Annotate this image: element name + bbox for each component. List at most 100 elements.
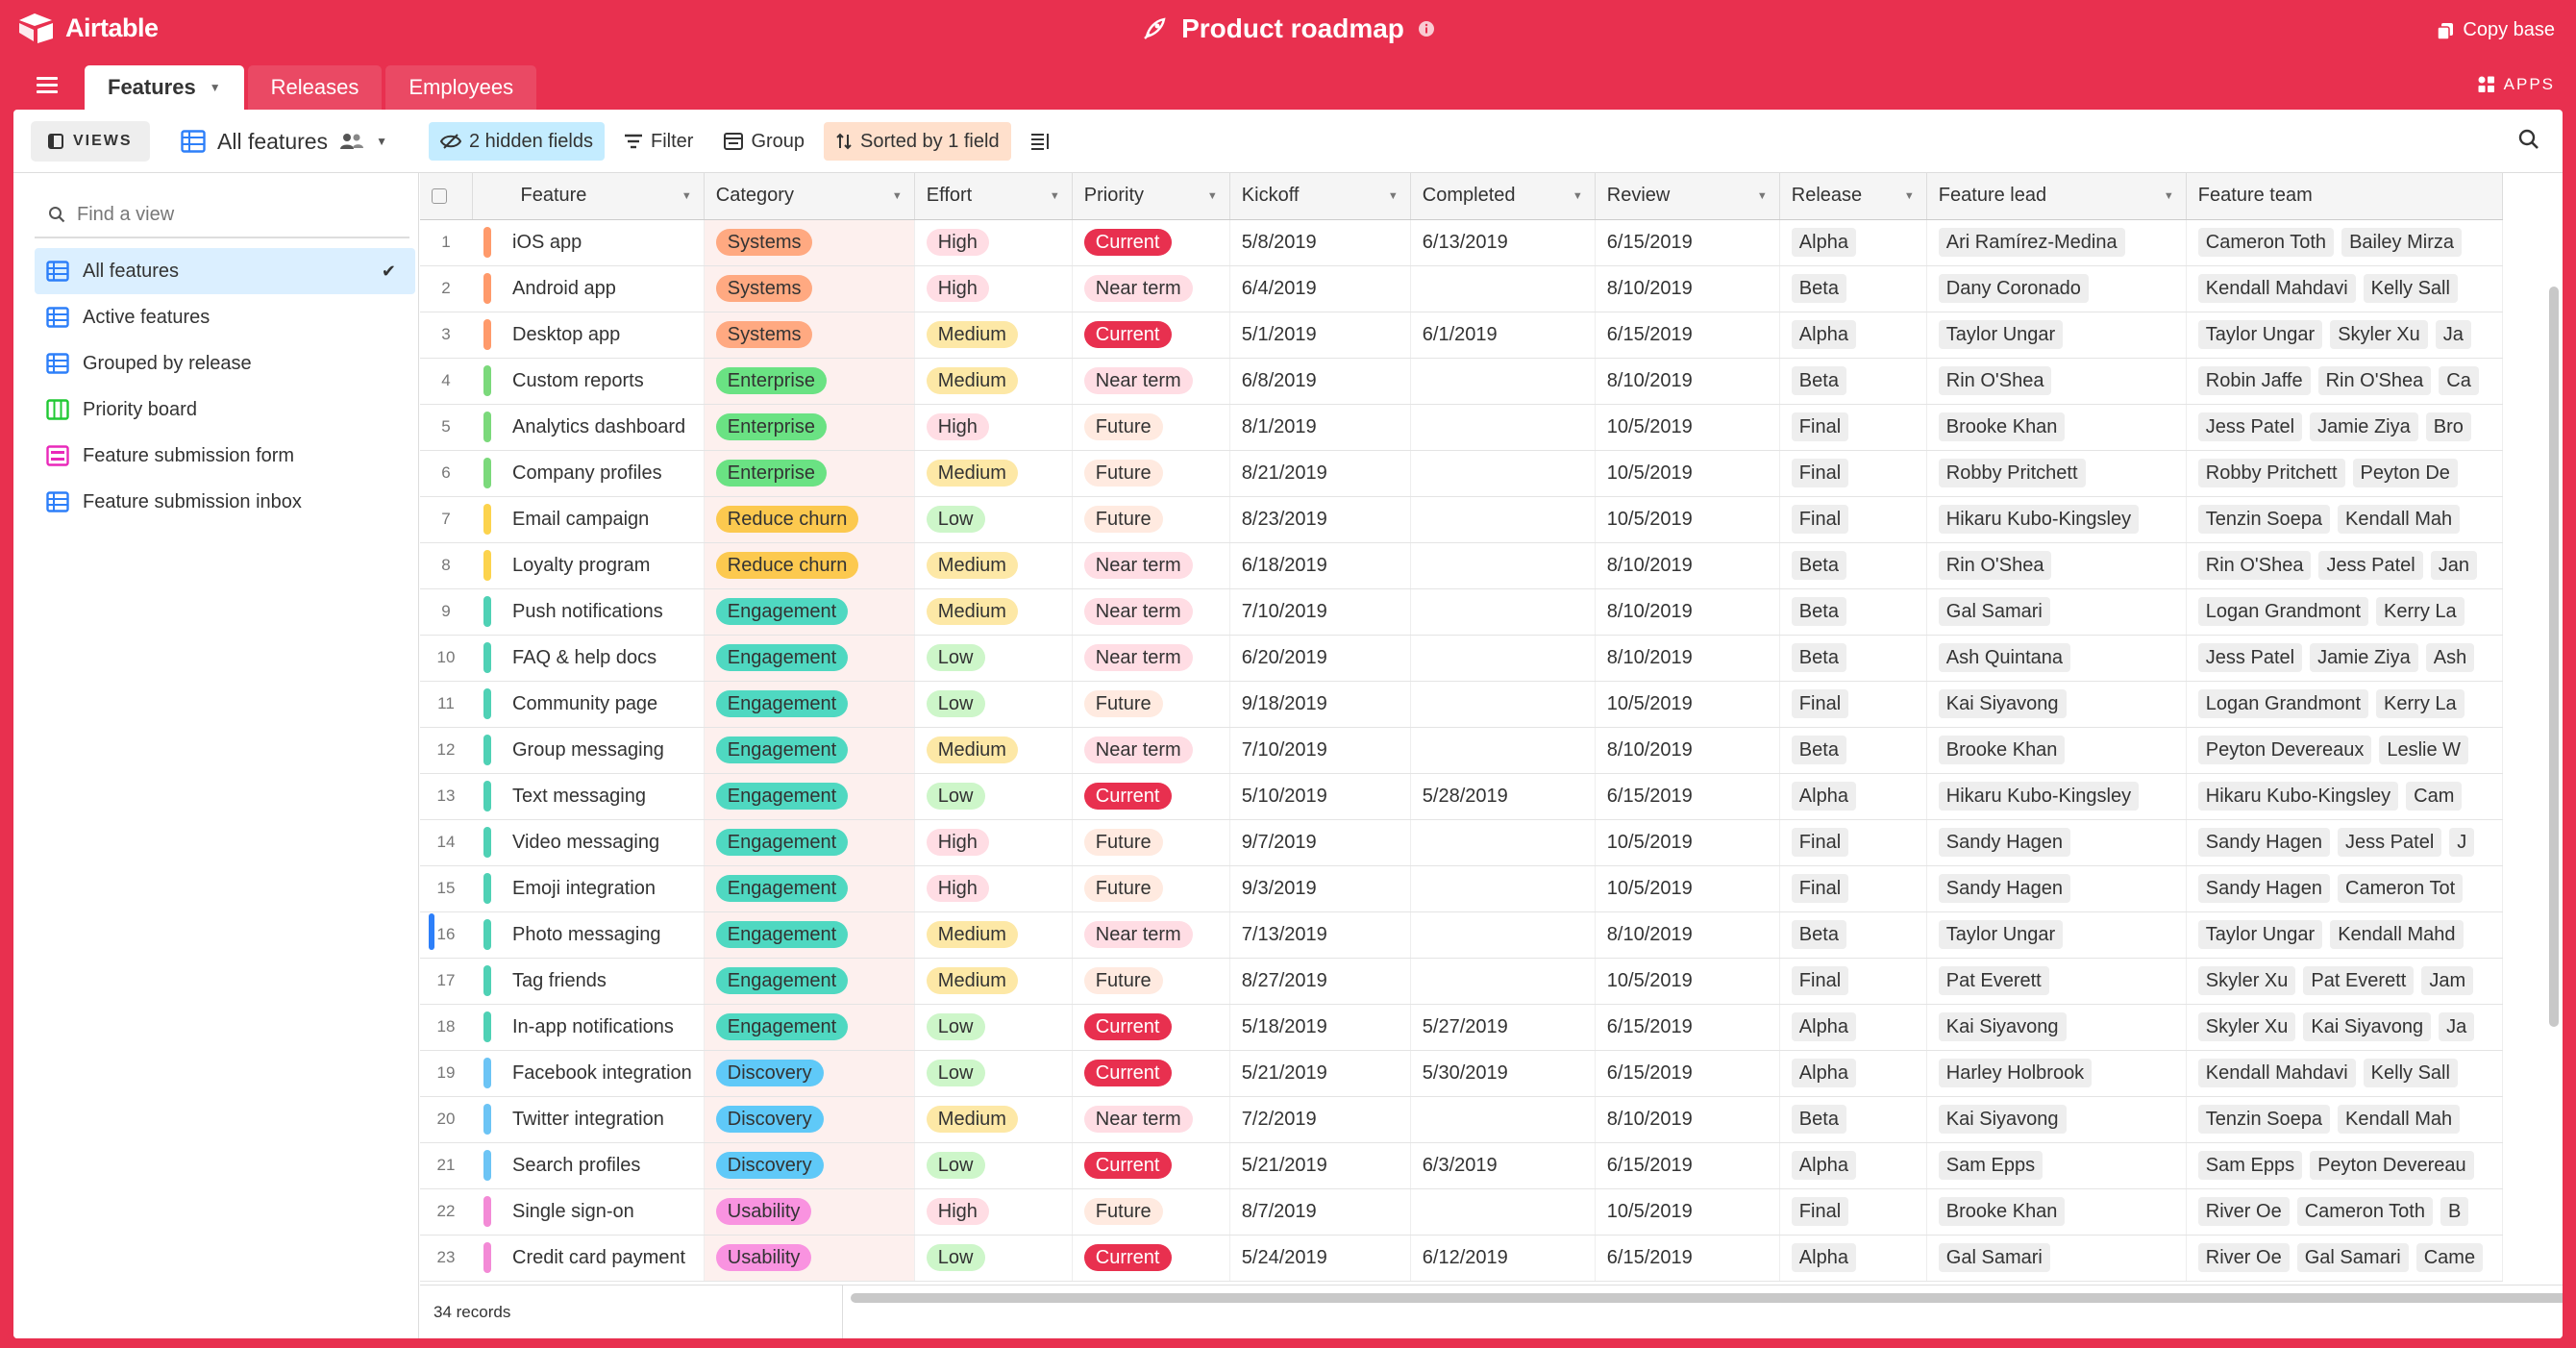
completed-date-cell[interactable]: 6/1/2019 xyxy=(1410,312,1596,359)
feature-lead-cell[interactable]: Taylor Ungar xyxy=(1926,911,2187,959)
feature-lead-cell[interactable]: Hikaru Kubo-Kingsley xyxy=(1926,773,2187,820)
completed-date-cell[interactable]: 5/28/2019 xyxy=(1410,773,1596,820)
effort-cell[interactable]: Low xyxy=(914,496,1073,543)
table-row[interactable]: 7 Email campaign Reduce churn Low Future 8/23… xyxy=(420,496,2504,543)
priority-cell[interactable]: Near term xyxy=(1072,911,1230,959)
priority-cell[interactable]: Near term xyxy=(1072,727,1230,774)
priority-cell[interactable]: Near term xyxy=(1072,265,1230,312)
kickoff-date-cell[interactable]: 6/18/2019 xyxy=(1229,542,1411,589)
table-row[interactable]: 16 Photo messaging Engagement Medium Near te… xyxy=(420,911,2504,959)
review-date-cell[interactable]: 6/15/2019 xyxy=(1595,773,1780,820)
column-header[interactable]: Feature team xyxy=(2186,173,2504,220)
feature-lead-cell[interactable]: Kai Siyavong xyxy=(1926,681,2187,728)
feature-team-cell[interactable]: Sandy Hagen Cameron Tot xyxy=(2186,865,2504,912)
review-date-cell[interactable]: 8/10/2019 xyxy=(1595,911,1780,959)
apps-button[interactable]: APPS xyxy=(2477,75,2555,94)
category-cell[interactable]: Enterprise xyxy=(704,358,915,405)
feature-team-cell[interactable]: Kendall Mahdavi Kelly Sall xyxy=(2186,1050,2504,1097)
tab-features[interactable]: Features ▼ xyxy=(85,65,244,110)
completed-date-cell[interactable]: 5/27/2019 xyxy=(1410,1004,1596,1051)
release-cell[interactable]: Final xyxy=(1779,819,1927,866)
feature-cell[interactable]: FAQ & help docs xyxy=(472,635,705,682)
review-date-cell[interactable]: 10/5/2019 xyxy=(1595,496,1780,543)
feature-cell[interactable]: Search profiles xyxy=(472,1142,705,1189)
priority-cell[interactable]: Near term xyxy=(1072,358,1230,405)
review-date-cell[interactable]: 10/5/2019 xyxy=(1595,865,1780,912)
sidebar-view-item[interactable]: Feature submission inbox xyxy=(35,479,415,525)
effort-cell[interactable]: Medium xyxy=(914,542,1073,589)
completed-date-cell[interactable] xyxy=(1410,358,1596,405)
feature-lead-cell[interactable]: Taylor Ungar xyxy=(1926,312,2187,359)
chevron-down-icon[interactable]: ▼ xyxy=(1573,190,1583,202)
feature-cell[interactable]: Twitter integration xyxy=(472,1096,705,1143)
table-row[interactable]: 1 iOS app Systems High Current 5/8/2019 6/13/2… xyxy=(420,219,2504,266)
release-cell[interactable]: Beta xyxy=(1779,635,1927,682)
kickoff-date-cell[interactable]: 5/24/2019 xyxy=(1229,1235,1411,1282)
release-cell[interactable]: Final xyxy=(1779,958,1927,1005)
category-cell[interactable]: Systems xyxy=(704,219,915,266)
release-cell[interactable]: Alpha xyxy=(1779,219,1927,266)
kickoff-date-cell[interactable]: 7/2/2019 xyxy=(1229,1096,1411,1143)
chevron-down-icon[interactable]: ▼ xyxy=(892,190,903,202)
feature-team-cell[interactable]: Cameron Toth Bailey Mirza xyxy=(2186,219,2504,266)
table-row[interactable]: 18 In-app notifications Engagement Low Curre… xyxy=(420,1004,2504,1051)
chevron-down-icon[interactable]: ▼ xyxy=(681,190,692,202)
release-cell[interactable]: Beta xyxy=(1779,542,1927,589)
feature-team-cell[interactable]: Robin Jaffe Rin O'Shea Ca xyxy=(2186,358,2504,405)
kickoff-date-cell[interactable]: 6/8/2019 xyxy=(1229,358,1411,405)
category-cell[interactable]: Usability xyxy=(704,1235,915,1282)
feature-team-cell[interactable]: Rin O'Shea Jess Patel Jan xyxy=(2186,542,2504,589)
release-cell[interactable]: Alpha xyxy=(1779,312,1927,359)
category-cell[interactable]: Engagement xyxy=(704,911,915,959)
table-row[interactable]: 13 Text messaging Engagement Low Current 5/10… xyxy=(420,773,2504,820)
feature-lead-cell[interactable]: Ash Quintana xyxy=(1926,635,2187,682)
priority-cell[interactable]: Current xyxy=(1072,1004,1230,1051)
table-row[interactable]: 11 Community page Engagement Low Future 9/18/… xyxy=(420,681,2504,728)
sidebar-view-item[interactable]: Feature submission form xyxy=(35,433,415,479)
feature-lead-cell[interactable]: Dany Coronado xyxy=(1926,265,2187,312)
table-row[interactable]: 10 FAQ & help docs Engagement Low Near term 6… xyxy=(420,635,2504,682)
completed-date-cell[interactable] xyxy=(1410,265,1596,312)
priority-cell[interactable]: Current xyxy=(1072,773,1230,820)
filter-button[interactable]: Filter xyxy=(612,122,705,161)
feature-cell[interactable]: Email campaign xyxy=(472,496,705,543)
review-date-cell[interactable]: 10/5/2019 xyxy=(1595,404,1780,451)
table-row[interactable]: 22 Single sign-on Usability High Future 8/7/2… xyxy=(420,1188,2504,1236)
hidden-fields-button[interactable]: 2 hidden fields xyxy=(429,122,605,161)
effort-cell[interactable]: Low xyxy=(914,635,1073,682)
release-cell[interactable]: Alpha xyxy=(1779,1050,1927,1097)
feature-cell[interactable]: Custom reports xyxy=(472,358,705,405)
kickoff-date-cell[interactable]: 8/7/2019 xyxy=(1229,1188,1411,1236)
feature-team-cell[interactable]: Logan Grandmont Kerry La xyxy=(2186,588,2504,636)
kickoff-date-cell[interactable]: 8/21/2019 xyxy=(1229,450,1411,497)
row-height-button[interactable] xyxy=(1019,122,1061,161)
completed-date-cell[interactable] xyxy=(1410,496,1596,543)
kickoff-date-cell[interactable]: 5/18/2019 xyxy=(1229,1004,1411,1051)
feature-cell[interactable]: Analytics dashboard xyxy=(472,404,705,451)
kickoff-date-cell[interactable]: 6/20/2019 xyxy=(1229,635,1411,682)
feature-team-cell[interactable]: River Oe Cameron Toth B xyxy=(2186,1188,2504,1236)
feature-team-cell[interactable]: Robby Pritchett Peyton De xyxy=(2186,450,2504,497)
priority-cell[interactable]: Future xyxy=(1072,819,1230,866)
priority-cell[interactable]: Current xyxy=(1072,1050,1230,1097)
category-cell[interactable]: Discovery xyxy=(704,1142,915,1189)
priority-cell[interactable]: Future xyxy=(1072,865,1230,912)
hamburger-menu-icon[interactable] xyxy=(37,73,58,96)
column-header[interactable]: Review ▼ xyxy=(1595,173,1780,220)
table-row[interactable]: 23 Credit card payment Usability Low Current… xyxy=(420,1235,2504,1282)
category-cell[interactable]: Engagement xyxy=(704,773,915,820)
kickoff-date-cell[interactable]: 5/21/2019 xyxy=(1229,1142,1411,1189)
category-cell[interactable]: Engagement xyxy=(704,819,915,866)
column-header[interactable]: Feature lead ▼ xyxy=(1926,173,2187,220)
release-cell[interactable]: Final xyxy=(1779,404,1927,451)
table-row[interactable]: 14 Video messaging Engagement High Future 9/7… xyxy=(420,819,2504,866)
column-header[interactable]: Completed ▼ xyxy=(1410,173,1596,220)
release-cell[interactable]: Alpha xyxy=(1779,1142,1927,1189)
review-date-cell[interactable]: 10/5/2019 xyxy=(1595,681,1780,728)
effort-cell[interactable]: High xyxy=(914,819,1073,866)
completed-date-cell[interactable] xyxy=(1410,819,1596,866)
feature-cell[interactable]: Group messaging xyxy=(472,727,705,774)
column-header[interactable]: Priority ▼ xyxy=(1072,173,1230,220)
feature-lead-cell[interactable]: Kai Siyavong xyxy=(1926,1004,2187,1051)
completed-date-cell[interactable] xyxy=(1410,865,1596,912)
